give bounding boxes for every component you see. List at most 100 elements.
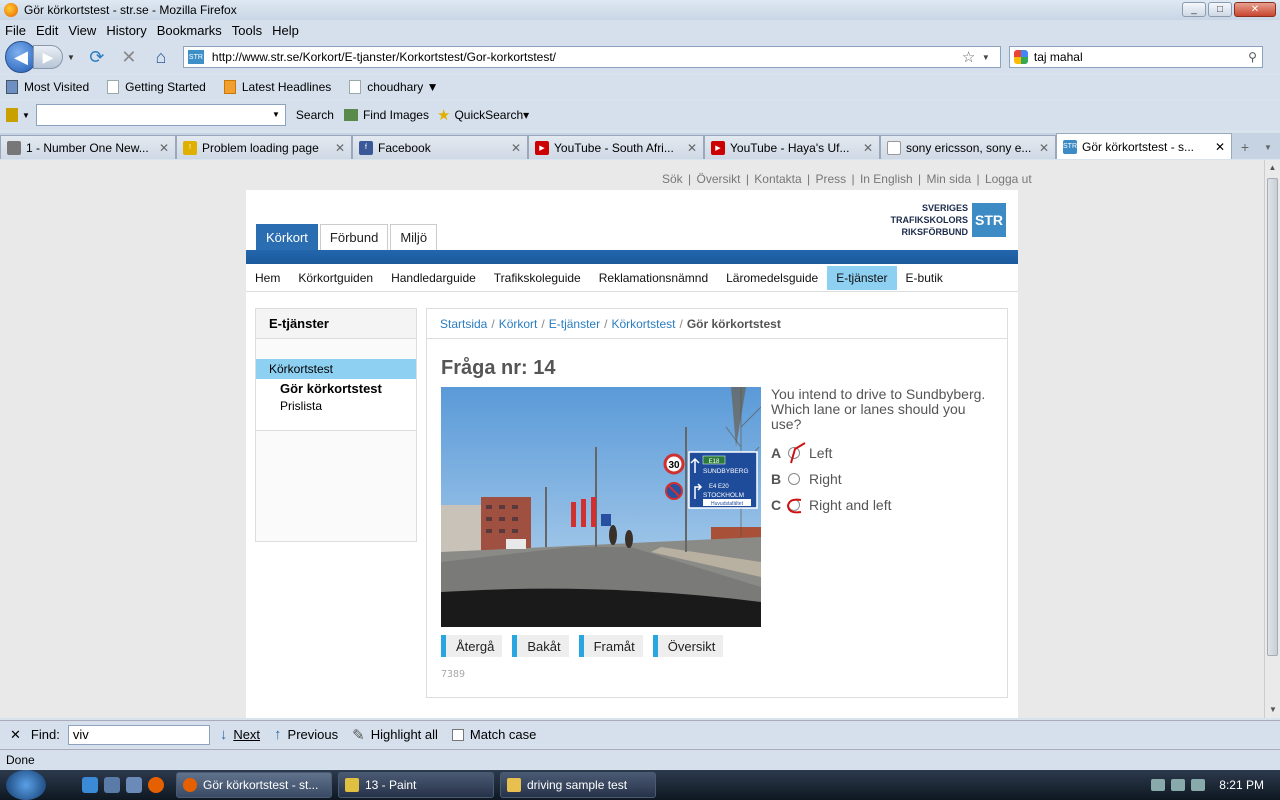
breadcrumb-startsida[interactable]: Startsida: [440, 317, 487, 331]
firefox-quicklaunch-icon[interactable]: [148, 777, 164, 793]
menu-file[interactable]: File: [0, 23, 31, 38]
tab-2[interactable]: ! Problem loading page ✕: [176, 135, 352, 159]
start-button[interactable]: [6, 770, 46, 800]
toolbar-search-button[interactable]: Search: [296, 108, 334, 122]
task-firefox[interactable]: Gör körkortstest - st...: [176, 772, 332, 798]
subnav-laromedelsguide[interactable]: Läromedelsguide: [717, 266, 827, 290]
option-c[interactable]: C Right and left: [771, 497, 892, 514]
tab-3[interactable]: f Facebook ✕: [352, 135, 528, 159]
radio-b[interactable]: [788, 473, 800, 485]
menu-view[interactable]: View: [63, 23, 101, 38]
sidebar-item-korkortstest[interactable]: Körkortstest: [256, 359, 416, 379]
search-go-icon[interactable]: ⚲: [1248, 50, 1257, 64]
keyboard-icon[interactable]: [1151, 779, 1166, 791]
url-dropdown-icon[interactable]: ▼: [982, 53, 1000, 62]
link-sok[interactable]: Sök: [662, 172, 683, 186]
menu-edit[interactable]: Edit: [31, 23, 63, 38]
tab-1[interactable]: 1 - Number One New... ✕: [0, 135, 176, 159]
network-icon[interactable]: [1171, 779, 1186, 791]
tab-list-icon[interactable]: ▼: [1258, 135, 1278, 159]
task-folder[interactable]: driving sample test: [500, 772, 656, 798]
desktop-icon[interactable]: [104, 777, 120, 793]
search-bar[interactable]: taj mahal ⚲: [1008, 46, 1263, 68]
menu-history[interactable]: History: [101, 23, 151, 38]
address-bar[interactable]: STR http://www.str.se/Korkort/E-tjanster…: [182, 46, 1001, 68]
clock[interactable]: 8:21 PM: [1219, 778, 1264, 792]
tab-6[interactable]: sony ericsson, sony e... ✕: [880, 135, 1056, 159]
bookmark-star-icon[interactable]: ☆: [962, 48, 982, 66]
sidebar-item-gor-korkortstest[interactable]: Gör körkortstest: [256, 379, 416, 397]
ie-icon[interactable]: [82, 777, 98, 793]
task-paint[interactable]: 13 - Paint: [338, 772, 494, 798]
bakat-button[interactable]: Bakåt: [512, 635, 569, 657]
tab-korkort[interactable]: Körkort: [256, 224, 318, 250]
maximize-button[interactable]: □: [1208, 2, 1232, 17]
radio-a[interactable]: [788, 442, 806, 464]
scroll-down-icon[interactable]: ▼: [1265, 702, 1280, 718]
radio-c[interactable]: [786, 498, 802, 514]
toolbar-dropdown-icon[interactable]: ▼: [22, 111, 30, 120]
forward-button[interactable]: ▶: [33, 45, 63, 69]
tab-4[interactable]: ▶ YouTube - South Afri... ✕: [528, 135, 704, 159]
menu-bookmarks[interactable]: Bookmarks: [152, 23, 227, 38]
reload-icon[interactable]: ⟳: [85, 45, 109, 69]
scroll-thumb[interactable]: [1267, 178, 1278, 656]
link-oversikt[interactable]: Översikt: [696, 172, 740, 186]
close-tab-icon[interactable]: ✕: [863, 141, 873, 155]
match-case-checkbox[interactable]: Match case: [451, 727, 536, 742]
quicksearch-button[interactable]: QuickSearch▾: [454, 108, 529, 122]
find-next-button[interactable]: ↓ Next: [220, 726, 260, 743]
quicksearch-star-icon[interactable]: ★: [437, 106, 450, 124]
link-logga-ut[interactable]: Logga ut: [985, 172, 1032, 186]
breadcrumb-korkort[interactable]: Körkort: [499, 317, 538, 331]
bookmark-choudhary[interactable]: choudhary ▼: [343, 80, 439, 94]
minimize-button[interactable]: _: [1182, 2, 1206, 17]
toolbar-search-combo[interactable]: [35, 104, 286, 126]
close-tab-icon[interactable]: ✕: [1215, 140, 1225, 154]
bookmark-latest-headlines[interactable]: Latest Headlines: [218, 80, 331, 94]
search-input[interactable]: taj mahal: [1034, 50, 1248, 64]
scroll-up-icon[interactable]: ▲: [1265, 160, 1280, 176]
link-press[interactable]: Press: [815, 172, 846, 186]
tab-forbund[interactable]: Förbund: [319, 224, 389, 250]
switch-windows-icon[interactable]: [126, 777, 142, 793]
close-button[interactable]: ✕: [1234, 2, 1276, 17]
subnav-e-tjanster[interactable]: E-tjänster: [827, 265, 897, 290]
find-images-button[interactable]: Find Images: [363, 108, 429, 122]
find-images-icon[interactable]: [343, 109, 358, 121]
toolbar-film-icon[interactable]: [6, 108, 18, 122]
framat-button[interactable]: Framåt: [578, 635, 643, 657]
subnav-korkortguiden[interactable]: Körkortguiden: [289, 266, 382, 290]
new-tab-icon[interactable]: +: [1232, 135, 1258, 159]
vertical-scrollbar[interactable]: ▲ ▼: [1264, 160, 1280, 718]
tab-7-active[interactable]: STR Gör körkortstest - s... ✕: [1056, 133, 1232, 159]
str-logo[interactable]: SVERIGES TRAFIKSKOLORS RIKSFÖRBUND STR: [891, 202, 1006, 238]
google-icon[interactable]: [1013, 50, 1028, 64]
bookmark-getting-started[interactable]: Getting Started: [101, 80, 206, 94]
tab-5[interactable]: ▶ YouTube - Haya's Uf... ✕: [704, 135, 880, 159]
close-tab-icon[interactable]: ✕: [1039, 141, 1049, 155]
menu-help[interactable]: Help: [267, 23, 304, 38]
subnav-trafikskoleguide[interactable]: Trafikskoleguide: [485, 266, 590, 290]
option-b[interactable]: B Right: [771, 471, 842, 487]
link-kontakta[interactable]: Kontakta: [754, 172, 801, 186]
breadcrumb-korkortstest[interactable]: Körkortstest: [611, 317, 675, 331]
oversikt-button[interactable]: Översikt: [652, 635, 724, 657]
close-tab-icon[interactable]: ✕: [511, 141, 521, 155]
link-in-english[interactable]: In English: [860, 172, 913, 186]
subnav-e-butik[interactable]: E-butik: [897, 266, 952, 290]
history-dropdown-icon[interactable]: ▼: [67, 53, 75, 62]
link-min-sida[interactable]: Min sida: [926, 172, 971, 186]
url-text[interactable]: http://www.str.se/Korkort/E-tjanster/Kor…: [212, 50, 962, 64]
bookmark-most-visited[interactable]: Most Visited: [0, 80, 89, 94]
highlight-all-button[interactable]: ✎ Highlight all: [352, 726, 438, 744]
option-a[interactable]: A Left: [771, 442, 832, 464]
volume-icon[interactable]: [1191, 779, 1206, 791]
stop-icon[interactable]: ✕: [117, 45, 141, 69]
subnav-hem[interactable]: Hem: [246, 266, 289, 290]
close-tab-icon[interactable]: ✕: [159, 141, 169, 155]
checkbox-icon[interactable]: [451, 728, 464, 741]
sidebar-item-prislista[interactable]: Prislista: [256, 397, 416, 415]
menu-tools[interactable]: Tools: [227, 23, 267, 38]
subnav-handledarguide[interactable]: Handledarguide: [382, 266, 485, 290]
